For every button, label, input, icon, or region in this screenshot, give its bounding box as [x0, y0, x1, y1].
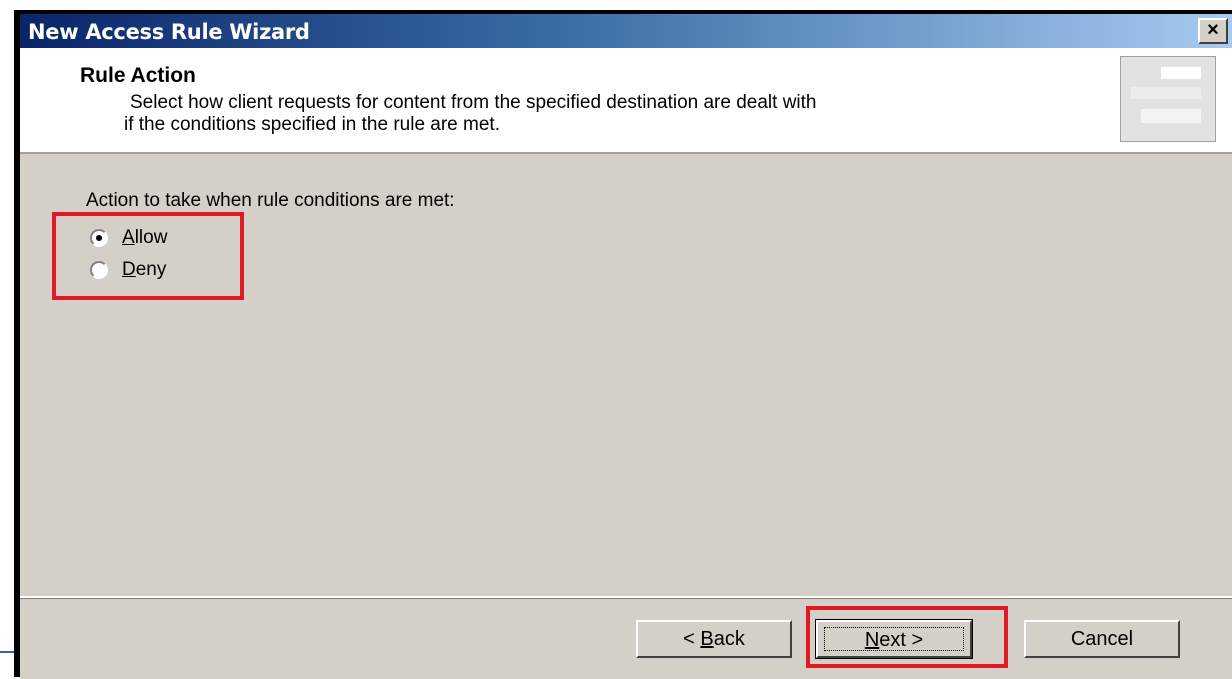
cancel-button[interactable]: Cancel: [1024, 620, 1180, 658]
wizard-footer: < Back Next > Cancel: [20, 596, 1232, 679]
page-description-line1: Select how client requests for content f…: [130, 92, 817, 113]
radio-options-highlight: [52, 212, 244, 300]
slide-background-top: [0, 0, 1232, 10]
next-button-highlight: [806, 606, 1008, 668]
wizard-header-image: [1120, 56, 1216, 142]
close-button[interactable]: ×: [1198, 18, 1228, 44]
action-label: Action to take when rule conditions are …: [86, 190, 455, 211]
page-description: Select how client requests for content f…: [124, 92, 1090, 136]
slide-background-left: [0, 0, 14, 677]
close-icon: ×: [1207, 19, 1219, 41]
wizard-header: Rule Action Select how client requests f…: [20, 48, 1232, 154]
page-title: Rule Action: [80, 64, 196, 87]
page-description-line2: if the conditions specified in the rule …: [124, 114, 500, 135]
back-button[interactable]: < Back: [636, 620, 792, 658]
title-bar[interactable]: New Access Rule Wizard ×: [20, 14, 1232, 48]
window-title: New Access Rule Wizard: [28, 20, 310, 44]
